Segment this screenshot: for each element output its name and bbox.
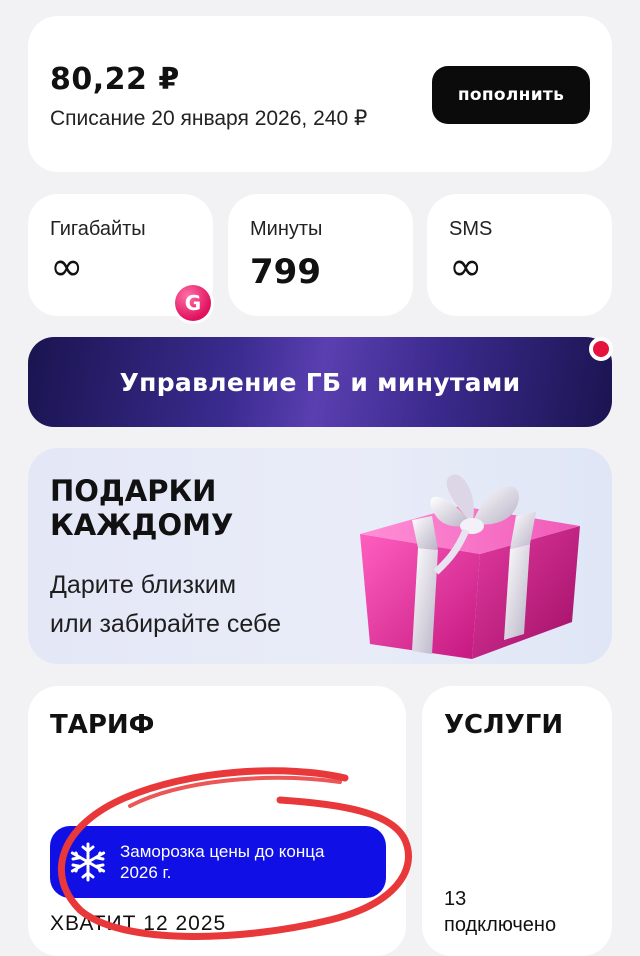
minutes-card[interactable]: Минуты 799 [228, 194, 413, 316]
price-freeze-badge[interactable]: Заморозка цены до конца 2026 г. [50, 826, 386, 898]
tariff-card[interactable]: ТАРИФ Заморозка цены до конца 2026 г. ХВ… [28, 686, 406, 956]
gift-box-icon [360, 474, 580, 659]
tariff-until-text: ХВАТИТ 12 2025 [50, 912, 227, 935]
services-count: 13 подключено [444, 888, 557, 936]
minutes-label: Минуты [250, 218, 323, 240]
gifts-promo-banner[interactable]: ПОДАРКИ КАЖДОМУ Дарите близким или забир… [28, 448, 612, 664]
manage-gb-minutes-button[interactable]: Управление ГБ и минутами [28, 337, 612, 427]
g-badge-letter: G [175, 285, 211, 321]
sms-card[interactable]: SMS ∞ [427, 194, 612, 316]
gigabytes-label: Гигабайты [50, 218, 146, 240]
services-heading: УСЛУГИ [444, 710, 564, 740]
services-card[interactable]: УСЛУГИ 13 подключено [422, 686, 612, 956]
next-debit-text: Списание 20 января 2026, 240 ₽ [50, 107, 368, 130]
notification-dot [589, 337, 613, 361]
topup-button[interactable]: пополнить [432, 66, 590, 124]
minutes-value: 799 [250, 252, 321, 292]
gifts-subtitle: Дарите близким или забирайте себе [50, 571, 281, 638]
sms-value: ∞ [449, 244, 483, 290]
sms-label: SMS [449, 218, 493, 240]
price-freeze-text: Заморозка цены до конца 2026 г. [120, 842, 325, 882]
gigabytes-value: ∞ [50, 244, 84, 290]
tariff-heading: ТАРИФ [50, 710, 155, 740]
snowflake-icon [64, 838, 112, 886]
g-badge-icon[interactable]: G [172, 282, 214, 324]
gifts-title: ПОДАРКИ КАЖДОМУ [50, 474, 234, 542]
balance-card: 80,22 ₽ Списание 20 января 2026, 240 ₽ п… [28, 16, 612, 172]
balance-amount: 80,22 ₽ [50, 62, 180, 97]
